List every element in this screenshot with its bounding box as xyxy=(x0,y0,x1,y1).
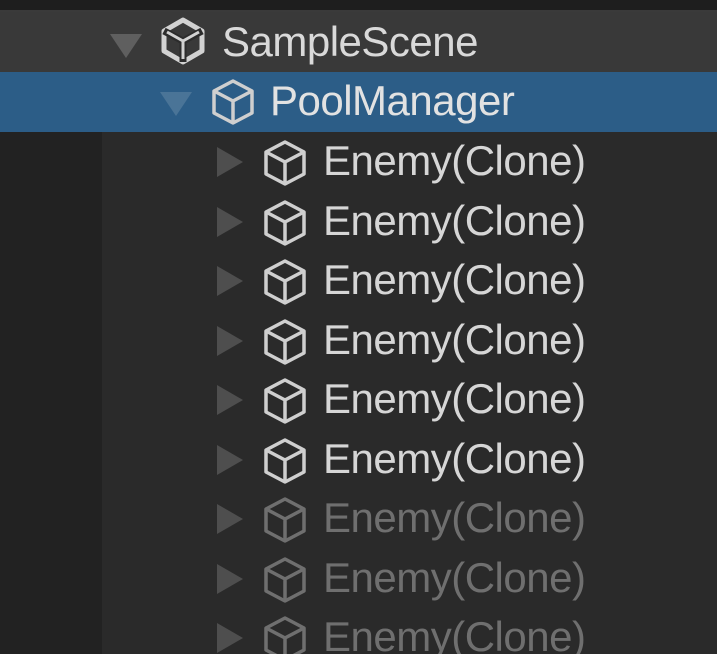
hierarchy-item-enemy-clone[interactable]: Enemy(Clone) xyxy=(0,132,717,192)
cube-icon xyxy=(260,138,310,188)
hierarchy-panel: SampleScene PoolManager Enemy(Clone) Enem… xyxy=(0,0,717,654)
cube-icon xyxy=(260,317,310,367)
object-name: Enemy(Clone) xyxy=(323,434,586,482)
expand-arrow-icon[interactable] xyxy=(217,563,243,594)
hierarchy-item-enemy-clone[interactable]: Enemy(Clone) xyxy=(0,549,717,609)
object-name: Enemy(Clone) xyxy=(323,613,586,654)
scene-name: SampleScene xyxy=(222,18,479,65)
cube-icon xyxy=(260,555,310,605)
object-name: Enemy(Clone) xyxy=(323,256,586,303)
cube-icon xyxy=(260,376,310,426)
cube-icon xyxy=(260,495,310,545)
expand-arrow-icon[interactable] xyxy=(217,504,243,534)
cube-icon xyxy=(260,614,310,654)
cube-icon xyxy=(260,436,310,486)
object-name: Enemy(Clone) xyxy=(323,196,586,244)
object-name: PoolManager xyxy=(270,77,515,124)
hierarchy-item-enemy-clone[interactable]: Enemy(Clone) xyxy=(0,370,717,430)
expand-arrow-icon[interactable] xyxy=(217,147,243,177)
expand-arrow-icon[interactable] xyxy=(217,385,243,415)
object-name: Enemy(Clone) xyxy=(323,137,586,184)
hierarchy-item-enemy-clone[interactable]: Enemy(Clone) xyxy=(0,430,717,490)
expand-arrow-icon[interactable] xyxy=(217,206,243,237)
panel-top-border xyxy=(0,0,717,12)
expand-arrow-icon[interactable] xyxy=(110,34,142,58)
scene-row[interactable]: SampleScene xyxy=(0,12,717,72)
cube-icon xyxy=(260,257,310,307)
hierarchy-item-poolmanager[interactable]: PoolManager xyxy=(0,72,717,132)
expand-arrow-icon[interactable] xyxy=(160,92,192,116)
object-name: Enemy(Clone) xyxy=(323,494,586,541)
hierarchy-item-enemy-clone[interactable]: Enemy(Clone) xyxy=(0,192,717,252)
expand-arrow-icon[interactable] xyxy=(217,325,243,356)
hierarchy-item-enemy-clone[interactable]: Enemy(Clone) xyxy=(0,608,717,654)
unity-scene-icon xyxy=(158,16,208,66)
object-name: Enemy(Clone) xyxy=(323,315,586,363)
expand-arrow-icon[interactable] xyxy=(217,266,243,296)
expand-arrow-icon[interactable] xyxy=(217,623,243,653)
cube-icon xyxy=(260,198,310,248)
object-name: Enemy(Clone) xyxy=(323,375,586,422)
expand-arrow-icon[interactable] xyxy=(217,444,243,475)
cube-icon xyxy=(208,77,258,127)
hierarchy-item-enemy-clone[interactable]: Enemy(Clone) xyxy=(0,251,717,311)
hierarchy-item-enemy-clone[interactable]: Enemy(Clone) xyxy=(0,489,717,549)
object-name: Enemy(Clone) xyxy=(323,553,586,601)
hierarchy-item-enemy-clone[interactable]: Enemy(Clone) xyxy=(0,311,717,371)
